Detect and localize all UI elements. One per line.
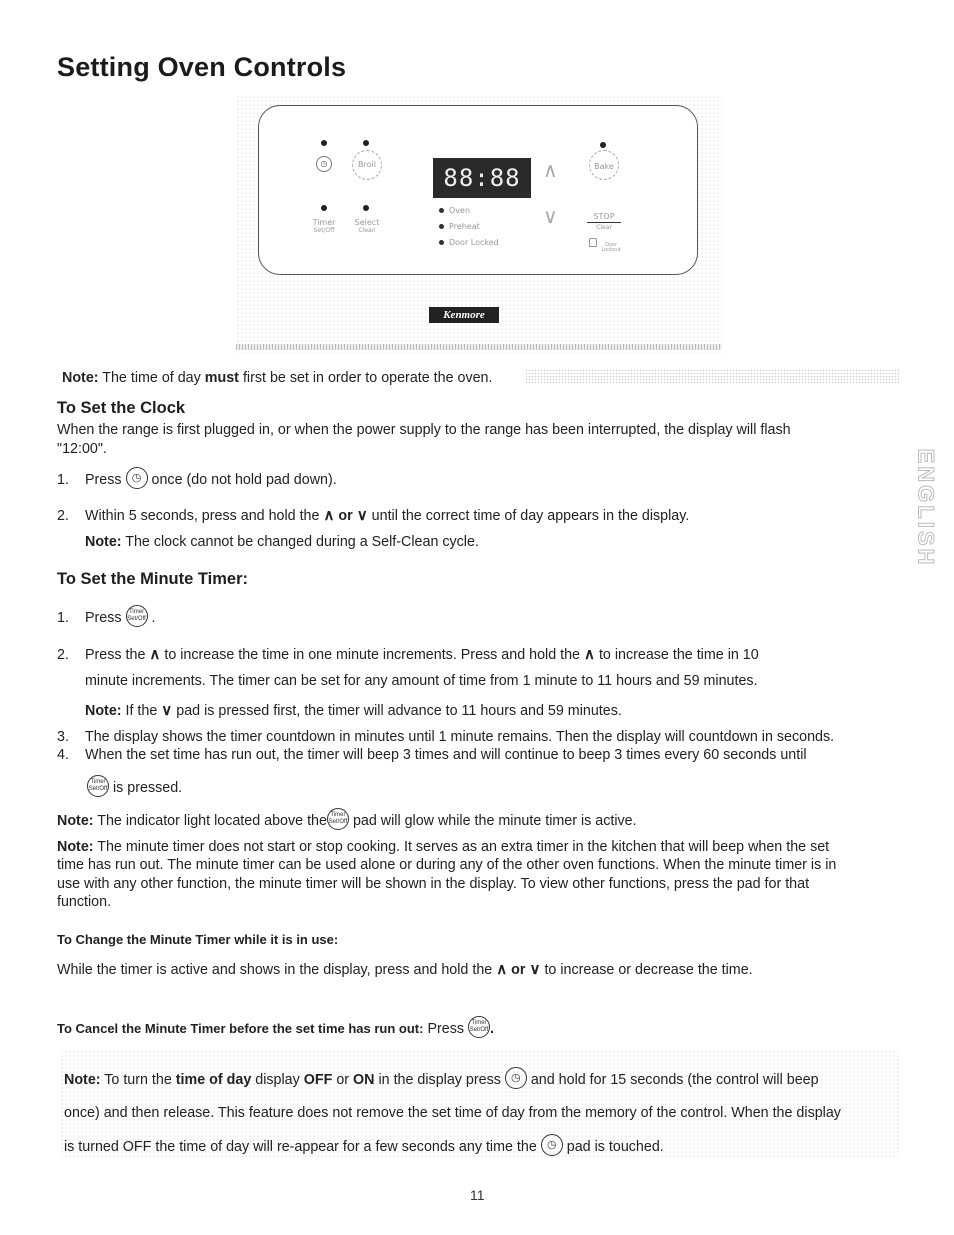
minute-timer-note-extra-l4: function. xyxy=(57,894,112,910)
clock-pad-icon: ◷ xyxy=(125,467,148,489)
up-arrow-icon: ∧ xyxy=(583,646,595,663)
set-clock-intro: When the range is first plugged in, or w… xyxy=(57,422,791,438)
lock-icon xyxy=(589,238,597,247)
bake-led xyxy=(600,142,606,148)
indicator-oven: Oven xyxy=(439,206,470,215)
down-arrow-pad[interactable]: ∨ xyxy=(543,204,558,229)
timer-pad-icon: Timer Set/Off xyxy=(326,808,349,830)
minute-timer-note-extra-l2: time has run out. The minute timer can b… xyxy=(57,857,837,873)
up-arrow-icon: ∧ xyxy=(149,646,161,663)
cancel-timer-text: To Cancel the Minute Timer before the se… xyxy=(57,1016,494,1040)
digital-display: 88:88 xyxy=(433,158,531,198)
note-time-of-day-display: Note: To turn the time of day display OF… xyxy=(64,1067,819,1091)
indicator-preheat: Preheat xyxy=(439,222,480,231)
set-clock-note: Note: The clock cannot be changed during… xyxy=(85,534,479,550)
set-clock-step-1: 1. Press ◷ once (do not hold pad down). xyxy=(57,467,337,491)
clock-icon: ◷ xyxy=(320,159,328,168)
set-off-label: Set/Off xyxy=(313,227,335,234)
note-time-of-day-must-be-set: Note: The time of day must first be set … xyxy=(62,370,493,386)
clock-led xyxy=(321,140,327,146)
section-heading-minute-timer: To Set the Minute Timer: xyxy=(57,570,248,588)
broil-pad[interactable]: Broil xyxy=(352,161,382,169)
timer-pad-icon: Timer Set/Off xyxy=(467,1016,490,1038)
down-arrow-icon: ∨ xyxy=(161,702,173,719)
door-lockout-label: Door Lockout xyxy=(589,238,623,256)
timer-set-off-pad[interactable]: Timer Set/Off xyxy=(309,218,339,235)
down-arrow-icon: ∨ xyxy=(356,507,368,524)
minute-timer-step-2-cont: minute increments. The timer can be set … xyxy=(85,673,758,689)
select-clean-pad[interactable]: Select Clean xyxy=(351,218,383,235)
stop-label: STOP xyxy=(587,213,621,223)
note-time-of-day-display-l2: once) and then release. This feature doe… xyxy=(64,1105,841,1121)
page-title: Setting Oven Controls xyxy=(57,52,347,82)
indicator-dot xyxy=(439,208,444,213)
set-clock-step-2: 2. Within 5 seconds, press and hold the ∧… xyxy=(57,507,690,524)
clock-pad[interactable]: ◷ xyxy=(316,156,332,172)
clean-label: Clean xyxy=(358,227,376,234)
subheading-change-timer: To Change the Minute Timer while it is i… xyxy=(57,932,339,947)
down-arrow-icon: ∨ xyxy=(529,961,541,978)
section-heading-set-clock: To Set the Clock xyxy=(57,399,186,417)
indicator-dot xyxy=(439,240,444,245)
dotted-texture xyxy=(525,369,900,383)
minute-timer-step-1: 1. Press Timer Set/Off . xyxy=(57,605,156,629)
timer-label: Timer xyxy=(312,218,336,227)
minute-timer-step-2: 2. Press the ∧ to increase the time in on… xyxy=(57,646,759,663)
clock-pad-icon: ◷ xyxy=(504,1067,527,1089)
minute-timer-note-extra: Note: The minute timer does not start or… xyxy=(57,839,830,855)
up-arrow-icon: ∧ xyxy=(496,961,508,978)
stop-clear-pad[interactable]: STOP Clear xyxy=(587,213,621,231)
timer-pad-icon: Timer Set/Off xyxy=(87,775,109,797)
bake-pad[interactable]: Bake xyxy=(589,163,619,171)
select-label: Select xyxy=(354,218,380,227)
page-number: 11 xyxy=(470,1187,485,1203)
indicator-dot xyxy=(439,224,444,229)
minute-timer-step-4-cont: Timer Set/Off is pressed. xyxy=(87,775,182,799)
panel-base-strip xyxy=(236,344,722,350)
note-time-of-day-display-l3: is turned OFF the time of day will re-ap… xyxy=(64,1134,664,1158)
select-led xyxy=(363,205,369,211)
clock-pad-icon: ◷ xyxy=(540,1134,563,1156)
minute-timer-step-3: 3. The display shows the timer countdown … xyxy=(57,729,835,745)
language-side-tab: ENGLISH xyxy=(913,448,939,568)
minute-timer-note-indicator: Note: The indicator light located above … xyxy=(57,808,637,832)
minute-timer-step-4: 4. When the set time has run out, the tim… xyxy=(57,747,807,763)
minute-timer-step-2-note: Note: If the ∨ pad is pressed first, the… xyxy=(85,702,622,719)
change-timer-text: While the timer is active and shows in t… xyxy=(57,961,753,978)
clear-label: Clear xyxy=(596,224,612,231)
minute-timer-note-extra-l3: use with any other function, the minute … xyxy=(57,876,810,892)
up-arrow-pad[interactable]: ∧ xyxy=(543,158,558,183)
kenmore-logo: Kenmore xyxy=(429,307,499,323)
control-panel: ◷ Broil Timer Set/Off Select Clean 88:88… xyxy=(258,105,698,275)
set-clock-intro-cont: "12:00". xyxy=(57,441,107,457)
up-arrow-icon: ∧ xyxy=(323,507,335,524)
control-panel-illustration: ◷ Broil Timer Set/Off Select Clean 88:88… xyxy=(236,95,722,353)
indicator-door-locked: Door Locked xyxy=(439,238,499,247)
timer-pad-icon: Timer Set/Off xyxy=(125,605,148,627)
broil-led xyxy=(363,140,369,146)
timer-led xyxy=(321,205,327,211)
